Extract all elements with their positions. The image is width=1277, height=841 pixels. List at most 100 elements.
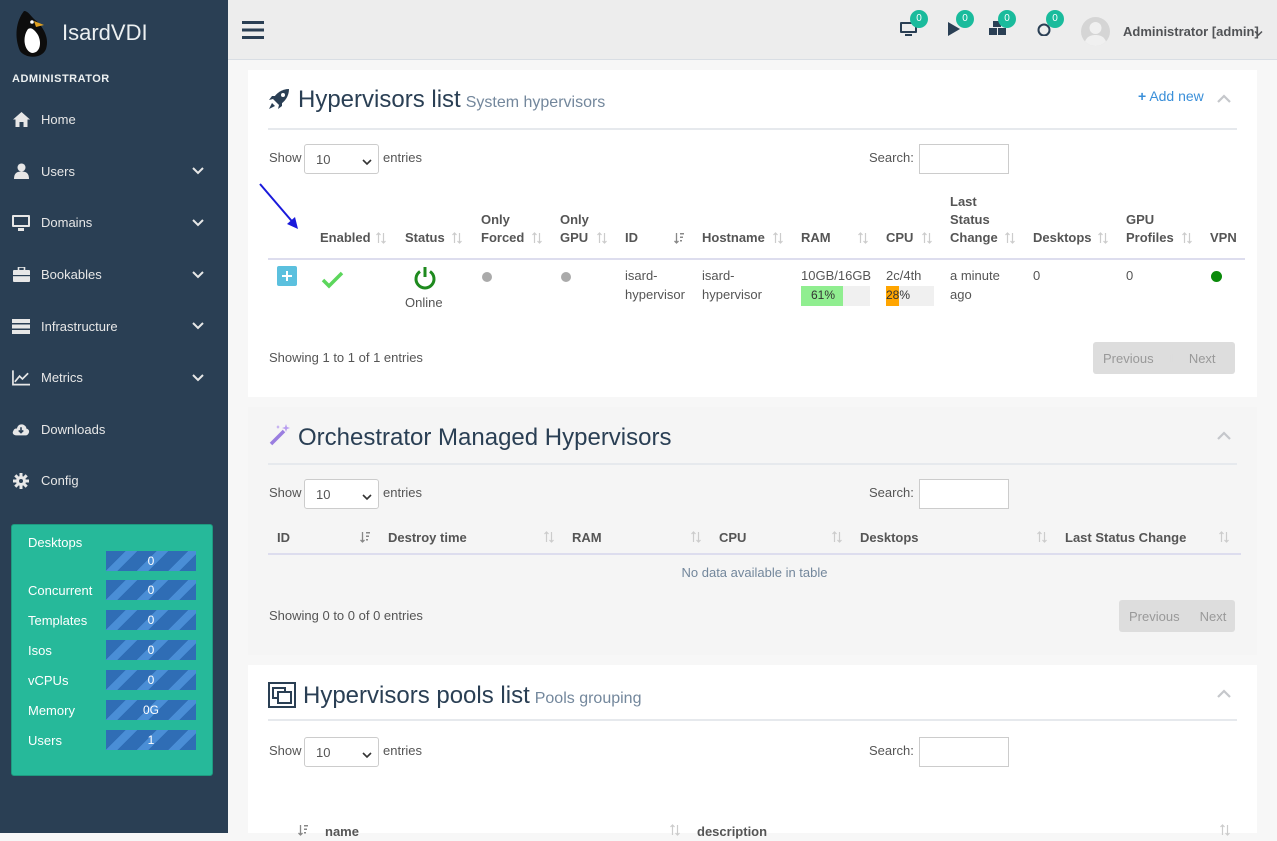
col-ram[interactable]: RAM <box>801 228 831 247</box>
entries-label: entries <box>383 485 423 500</box>
desktop-icon <box>12 214 30 232</box>
col-name[interactable]: name <box>325 822 359 841</box>
chevron-down-icon[interactable] <box>1254 26 1263 37</box>
sort-icon[interactable] <box>376 232 386 244</box>
col-description[interactable]: description <box>697 822 767 841</box>
sidebar-item-home[interactable]: Home <box>0 94 228 146</box>
started-notification[interactable]: 0 <box>946 10 974 42</box>
col-status[interactable]: Status <box>405 228 445 247</box>
sidebar-item-downloads[interactable]: Downloads <box>0 404 228 456</box>
chevron-up-icon[interactable] <box>1217 429 1231 440</box>
desktops-notification[interactable]: 0 <box>900 10 928 42</box>
sidebar-item-domains[interactable]: Domains <box>0 197 228 249</box>
brand[interactable]: IsardVDI <box>12 6 148 60</box>
panel-title: Hypervisors pools list Pools grouping <box>303 682 641 710</box>
page-length-select[interactable]: 10 <box>304 737 379 767</box>
search-input[interactable] <box>919 737 1009 767</box>
search-label: Search: <box>869 743 914 758</box>
quota-row-isos: Isos 0 <box>12 635 212 665</box>
sort-icon[interactable] <box>773 232 783 244</box>
col-last-status-1[interactable]: Last <box>950 192 977 211</box>
col-ram[interactable]: RAM <box>572 528 602 547</box>
sidebar-item-label: Bookables <box>41 267 102 283</box>
table-header: ID Destroy time RAM CPU Desktops Last St… <box>268 523 1241 555</box>
col-id[interactable]: ID <box>277 528 290 547</box>
chevron-up-icon[interactable] <box>1217 92 1231 103</box>
previous-button[interactable]: Previous <box>1093 351 1164 366</box>
page-length-select[interactable]: 10 <box>304 144 379 174</box>
col-enabled[interactable]: Enabled <box>320 228 371 247</box>
chevron-down-icon <box>192 320 204 332</box>
col-cpu[interactable]: CPU <box>886 228 913 247</box>
col-destroy-time[interactable]: Destroy time <box>388 528 467 547</box>
sort-icon[interactable] <box>1220 824 1230 836</box>
sidebar-item-bookables[interactable]: Bookables <box>0 249 228 301</box>
sort-asc-icon[interactable] <box>674 232 684 244</box>
col-desktops[interactable]: Desktops <box>1033 228 1092 247</box>
sort-asc-icon[interactable] <box>298 824 308 836</box>
sort-icon[interactable] <box>1098 232 1108 244</box>
col-last-status-2[interactable]: Status <box>950 210 990 229</box>
search-input[interactable] <box>919 479 1009 509</box>
col-gpu-profiles-2[interactable]: Profiles <box>1126 228 1174 247</box>
media-notification[interactable]: 0 <box>988 10 1016 42</box>
search-label: Search: <box>869 485 914 500</box>
sort-icon[interactable] <box>670 824 680 836</box>
show-label: Show <box>269 743 302 758</box>
entries-label: entries <box>383 743 423 758</box>
sort-icon[interactable] <box>1005 232 1015 244</box>
sort-icon[interactable] <box>832 531 842 543</box>
col-last-status-3[interactable]: Change <box>950 228 998 247</box>
quota-bar: 1 <box>106 730 196 750</box>
page-number-button[interactable]: 1 <box>1164 351 1179 366</box>
sidebar-item-users[interactable]: Users <box>0 146 228 198</box>
quota-row-vcpus: vCPUs 0 <box>12 665 212 695</box>
pools-panel: Hypervisors pools list Pools grouping Sh… <box>248 665 1257 839</box>
sidebar-item-label: Config <box>41 473 79 489</box>
previous-button[interactable]: Previous <box>1119 609 1190 624</box>
avatar[interactable] <box>1081 17 1110 46</box>
add-new-button[interactable]: + Add new <box>1138 88 1204 104</box>
col-only-gpu-2[interactable]: GPU <box>560 228 588 247</box>
col-gpu-profiles-1[interactable]: GPU <box>1126 210 1154 229</box>
col-desktops[interactable]: Desktops <box>860 528 919 547</box>
tasks-notification[interactable]: 0 <box>1036 10 1064 42</box>
cpu-usage: 2c/4th <box>886 268 922 283</box>
sort-icon[interactable] <box>1182 232 1192 244</box>
col-cpu[interactable]: CPU <box>719 528 746 547</box>
sort-icon[interactable] <box>544 531 554 543</box>
sidebar-item-metrics[interactable]: Metrics <box>0 352 228 404</box>
next-button[interactable]: Next <box>1190 609 1237 624</box>
col-id[interactable]: ID <box>625 228 638 247</box>
quota-label: Isos <box>28 643 52 658</box>
sort-icon[interactable] <box>858 232 868 244</box>
sort-asc-icon[interactable] <box>360 531 370 543</box>
col-only-forced-2[interactable]: Forced <box>481 228 524 247</box>
sort-icon[interactable] <box>1219 531 1229 543</box>
sort-icon[interactable] <box>532 232 542 244</box>
col-vpn[interactable]: VPN <box>1210 228 1237 247</box>
menu-toggle-icon[interactable] <box>242 20 264 40</box>
home-icon <box>12 111 30 129</box>
sort-icon[interactable] <box>922 232 932 244</box>
select-value: 10 <box>316 487 331 502</box>
page-length-select[interactable]: 10 <box>304 479 379 509</box>
col-only-gpu-1[interactable]: Only <box>560 210 589 229</box>
search-input[interactable] <box>919 144 1009 174</box>
sidebar-menu: Home Users Domains Bookables Infrastruct… <box>0 94 228 507</box>
quota-row-concurrent: Concurrent 0 <box>12 575 212 605</box>
col-only-forced-1[interactable]: Only <box>481 210 510 229</box>
sidebar-item-infrastructure[interactable]: Infrastructure <box>0 300 228 352</box>
next-button[interactable]: Next <box>1179 351 1226 366</box>
user-menu[interactable]: Administrator [admin] <box>1123 24 1259 39</box>
line-chart-icon <box>12 369 30 387</box>
sort-icon[interactable] <box>691 531 701 543</box>
chevron-up-icon[interactable] <box>1217 687 1231 698</box>
col-hostname[interactable]: Hostname <box>702 228 765 247</box>
sort-icon[interactable] <box>452 232 462 244</box>
sort-icon[interactable] <box>597 232 607 244</box>
sort-icon[interactable] <box>1037 531 1047 543</box>
expand-row-button[interactable] <box>277 266 297 286</box>
sidebar-item-config[interactable]: Config <box>0 455 228 507</box>
col-last-status-change[interactable]: Last Status Change <box>1065 528 1186 547</box>
